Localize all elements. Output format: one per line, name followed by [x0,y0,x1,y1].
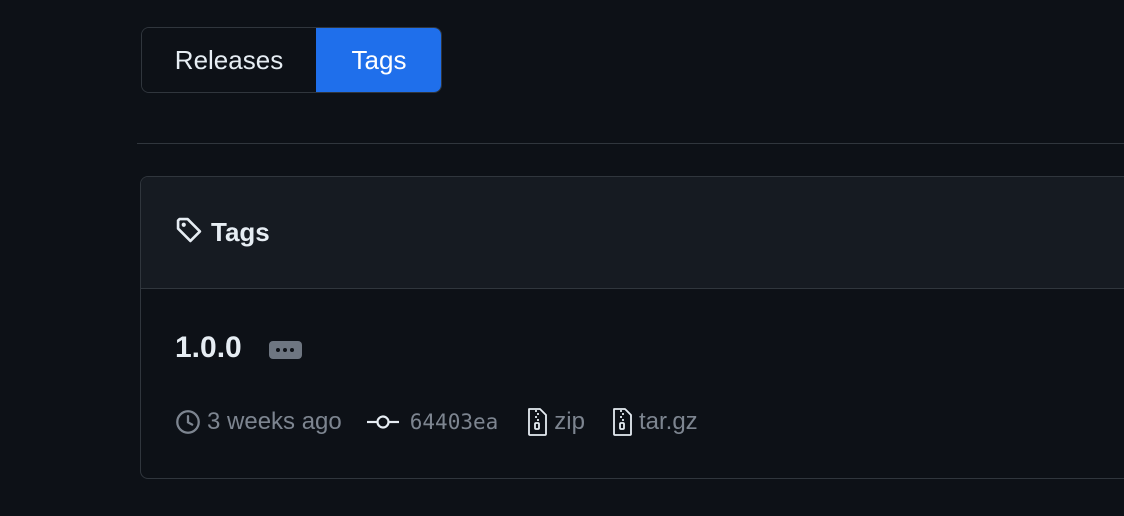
releases-tags-toggle: Releases Tags [141,27,442,93]
download-zip-link[interactable]: zip [526,407,585,437]
commit-sha: 64403ea [409,410,499,434]
tags-box-title: Tags [211,217,270,247]
download-targz-link[interactable]: tar.gz [611,407,698,437]
tag-time-text: 3 weeks ago [207,408,342,435]
tag-row: 1.0.0 [175,331,302,365]
clock-icon [175,409,201,435]
targz-label: tar.gz [638,408,698,435]
zip-label: zip [554,408,585,435]
tag-meta-row: 3 weeks ago 64403ea zip tar.gz [175,407,698,437]
git-commit-icon [366,412,400,432]
tag-time: 3 weeks ago [175,408,342,436]
tag-name-link[interactable]: 1.0.0 [175,331,242,365]
tab-tags[interactable]: Tags [316,28,441,92]
tab-releases[interactable]: Releases [142,28,316,92]
divider [137,143,1124,144]
file-zip-icon [526,407,548,437]
commit-link[interactable]: 64403ea [366,410,499,434]
file-zip-icon [611,407,633,437]
tag-icon [175,216,203,249]
tags-box: Tags 1.0.0 3 weeks ago 64403ea zip tar.g… [140,176,1124,479]
kebab-horizontal-icon[interactable] [268,341,302,359]
tags-box-header: Tags [141,177,1124,289]
page: Releases Tags Tags 1.0.0 3 weeks ago 644… [0,0,1124,516]
